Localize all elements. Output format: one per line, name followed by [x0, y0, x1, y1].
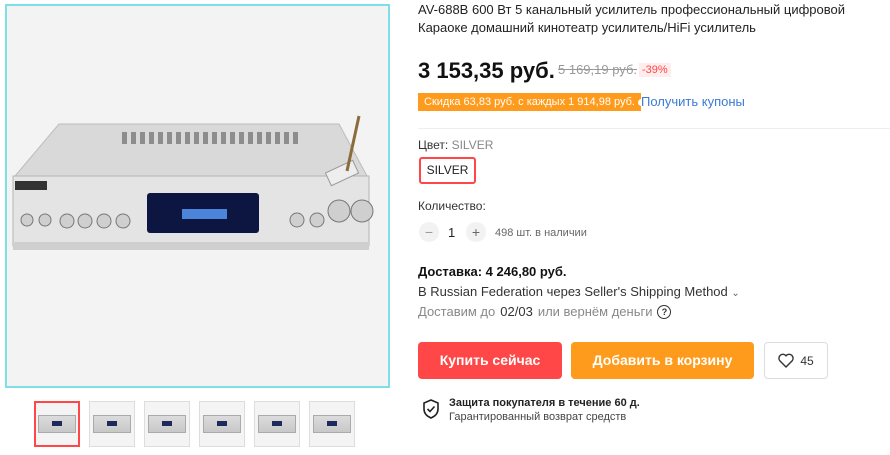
- shipping-method-text: В Russian Federation через Seller's Ship…: [418, 284, 728, 299]
- old-price: 5 169,19 руб.: [558, 62, 638, 77]
- buy-now-button[interactable]: Купить сейчас: [418, 342, 562, 379]
- discount-badge: -39%: [639, 63, 671, 77]
- color-label-text: Цвет:: [418, 138, 452, 152]
- add-to-cart-button[interactable]: Добавить в корзину: [571, 342, 754, 379]
- thumbnail-strip: [34, 401, 355, 447]
- thumbnail-image: [38, 415, 76, 433]
- delivery-estimate: Доставим до 02/03 или вернём деньги ?: [418, 304, 672, 319]
- thumbnail[interactable]: [144, 401, 190, 447]
- thumbnail[interactable]: [199, 401, 245, 447]
- divider: [418, 128, 890, 129]
- delivery-prefix: Доставим до: [418, 304, 496, 319]
- get-coupons-link[interactable]: Получить купоны: [641, 94, 745, 109]
- color-option-silver[interactable]: SILVER: [419, 157, 476, 184]
- thumbnail-image: [148, 415, 186, 433]
- main-product-image[interactable]: [5, 4, 390, 388]
- help-icon[interactable]: ?: [657, 304, 672, 319]
- thumbnail[interactable]: [34, 401, 80, 447]
- color-label: Цвет: SILVER: [418, 138, 493, 152]
- shield-check-icon: [423, 399, 439, 419]
- buyer-protection-subtitle: Гарантированный возврат средств: [449, 411, 627, 423]
- color-selected-value: SILVER: [451, 138, 494, 152]
- thumbnail-image: [93, 415, 131, 433]
- shipping-method-selector[interactable]: В Russian Federation через Seller's Ship…: [418, 284, 740, 299]
- wishlist-count: 45: [800, 353, 814, 368]
- buyer-protection-title: Защита покупателя в течение 60 д.: [449, 397, 640, 409]
- product-title: AV-688B 600 Вт 5 канальный усилитель про…: [418, 2, 846, 35]
- thumbnail[interactable]: [254, 401, 300, 447]
- heart-icon: [778, 353, 795, 368]
- quantity-label: Количество:: [418, 199, 486, 213]
- thumbnail-image: [258, 415, 296, 433]
- quantity-decrease-button[interactable]: −: [419, 222, 439, 242]
- chevron-down-icon: ⌄: [731, 288, 740, 299]
- thumbnail-image: [313, 415, 351, 433]
- delivery-date: 02/03: [500, 304, 533, 319]
- amplifier-image: [7, 6, 388, 386]
- current-price: 3 153,35 руб.: [418, 58, 555, 83]
- stock-info: 498 шт. в наличии: [495, 227, 587, 239]
- quantity-increase-button[interactable]: +: [466, 222, 486, 242]
- shipping-cost: Доставка: 4 246,80 руб.: [418, 264, 567, 279]
- thumbnail[interactable]: [309, 401, 355, 447]
- quantity-value[interactable]: 1: [448, 225, 455, 240]
- delivery-suffix: или вернём деньги: [537, 304, 653, 319]
- thumbnail[interactable]: [89, 401, 135, 447]
- thumbnail-image: [203, 415, 241, 433]
- wishlist-button[interactable]: 45: [764, 342, 828, 379]
- coupon-badge: Скидка 63,83 руб. с каждых 1 914,98 руб.: [418, 93, 645, 111]
